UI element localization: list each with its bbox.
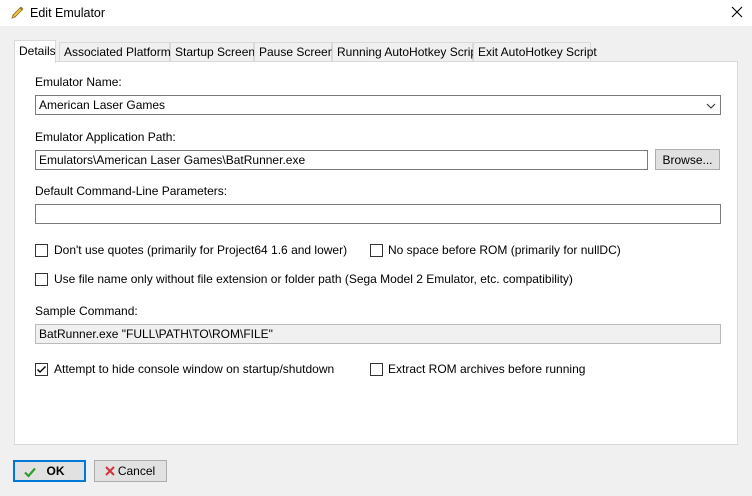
tab-associated-platforms[interactable]: Associated Platforms bbox=[59, 42, 177, 62]
extract-rom-label[interactable]: Extract ROM archives before running bbox=[388, 362, 585, 376]
close-button[interactable] bbox=[722, 0, 752, 26]
tab-running-autohotkey-script[interactable]: Running AutoHotkey Script bbox=[332, 42, 480, 62]
cancel-button[interactable]: Cancel bbox=[94, 460, 167, 482]
checkmark-icon bbox=[37, 366, 46, 373]
pencil-icon bbox=[9, 5, 25, 21]
tab-startup-screen[interactable]: Startup Screen bbox=[170, 42, 255, 62]
tab-pause-screen[interactable]: Pause Screen bbox=[254, 42, 334, 62]
details-panel: Emulator Name: American Laser Games Emul… bbox=[14, 61, 738, 445]
emulator-path-input[interactable]: Emulators\American Laser Games\BatRunner… bbox=[35, 150, 648, 170]
filename-only-label[interactable]: Use file name only without file extensio… bbox=[54, 272, 573, 286]
tab-exit-autohotkey-script[interactable]: Exit AutoHotkey Script bbox=[473, 42, 597, 62]
emulator-name-value: American Laser Games bbox=[39, 98, 166, 112]
hide-console-label[interactable]: Attempt to hide console window on startu… bbox=[54, 362, 334, 376]
window-title: Edit Emulator bbox=[30, 6, 106, 20]
sample-command-field[interactable]: BatRunner.exe "FULL\PATH\TO\ROM\FILE" bbox=[35, 324, 721, 344]
emulator-path-label: Emulator Application Path: bbox=[35, 130, 176, 144]
command-line-params-input[interactable] bbox=[35, 204, 721, 224]
emulator-name-label: Emulator Name: bbox=[35, 75, 122, 89]
no-quotes-label[interactable]: Don't use quotes (primarily for Project6… bbox=[54, 243, 347, 257]
filename-only-checkbox[interactable] bbox=[35, 273, 48, 286]
tab-details[interactable]: Details bbox=[14, 40, 56, 63]
no-quotes-checkbox[interactable] bbox=[35, 244, 48, 257]
browse-button[interactable]: Browse... bbox=[655, 149, 720, 170]
close-icon bbox=[731, 6, 743, 21]
title-bar: Edit Emulator bbox=[0, 0, 752, 26]
emulator-name-combobox[interactable]: American Laser Games bbox=[35, 95, 721, 115]
command-line-params-label: Default Command-Line Parameters: bbox=[35, 184, 228, 198]
ok-button[interactable]: OK bbox=[13, 460, 86, 482]
chevron-down-icon[interactable] bbox=[706, 100, 716, 110]
hide-console-checkbox[interactable] bbox=[35, 363, 48, 376]
sample-command-label: Sample Command: bbox=[35, 304, 138, 318]
extract-rom-checkbox[interactable] bbox=[370, 363, 383, 376]
ok-button-label: OK bbox=[46, 464, 65, 478]
no-space-label[interactable]: No space before ROM (primarily for nullD… bbox=[388, 243, 621, 257]
cancel-button-label: Cancel bbox=[117, 464, 156, 478]
no-space-checkbox[interactable] bbox=[370, 244, 383, 257]
